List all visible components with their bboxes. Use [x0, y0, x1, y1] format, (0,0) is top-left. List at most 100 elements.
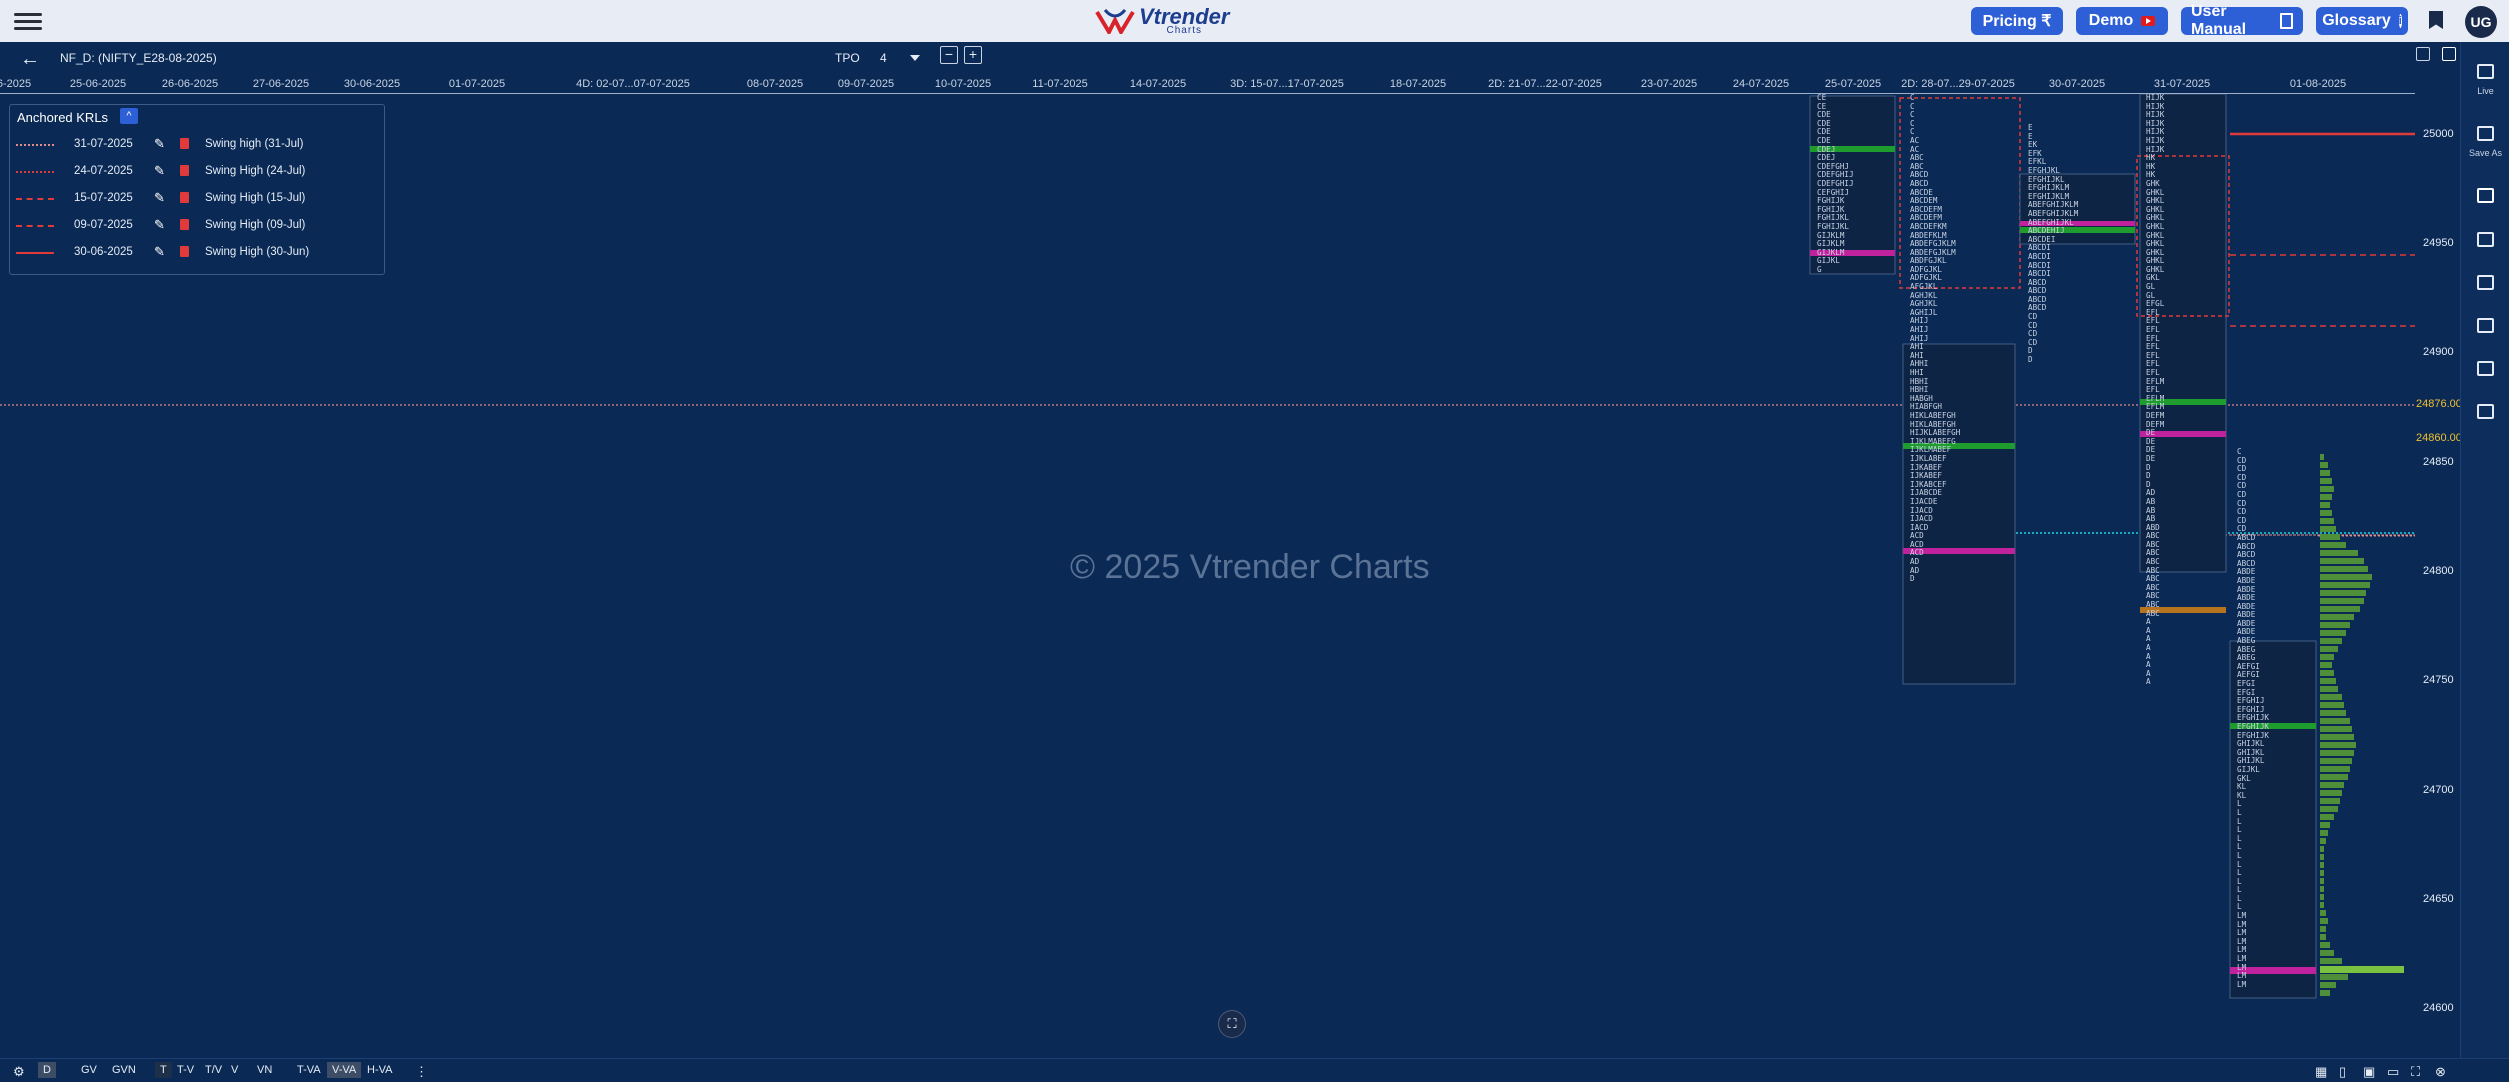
view-vva-button[interactable]: V-VA — [327, 1062, 362, 1078]
price-axis: 25000 24950 24900 24850 24800 24750 2470… — [2415, 94, 2460, 1060]
camera-icon[interactable]: ▣ — [2358, 1062, 2380, 1082]
fullscreen-icon[interactable]: ⛶ — [1218, 1010, 1246, 1038]
price-tag: 24860.00 — [2416, 432, 2462, 444]
date-label: 01-07-2025 — [448, 78, 506, 90]
edit-icon[interactable]: ✎ — [154, 244, 165, 260]
top-bar: Vtrender Charts Pricing ₹ Demo User Manu… — [0, 0, 2509, 42]
krl-name: Swing High (15-Jul) — [205, 192, 306, 204]
chart-icon[interactable]: ▯ — [2334, 1062, 2351, 1082]
view-v-button[interactable]: V — [226, 1062, 243, 1078]
line-style-icon — [16, 198, 54, 200]
date-label: 18-07-2025 — [1389, 78, 1447, 90]
tpo-profile: C C C C C AC AC ABC ABC ABCD ABCD ABCDE … — [1910, 93, 1961, 584]
date-label: 11-07-2025 — [1032, 78, 1088, 90]
glossary-button[interactable]: Glossary i — [2316, 7, 2408, 35]
price-tick: 24750 — [2423, 674, 2454, 686]
krl-name: Swing high (31-Jul) — [205, 138, 304, 150]
edit-icon[interactable]: ✎ — [154, 136, 165, 152]
delete-icon[interactable] — [180, 165, 189, 176]
date-label: 01-08-2025 — [2289, 78, 2347, 90]
pricing-button[interactable]: Pricing ₹ — [1971, 7, 2063, 35]
play-icon — [2141, 16, 2156, 26]
edit-icon[interactable]: ✎ — [154, 217, 165, 233]
krl-row[interactable]: 09-07-2025 ✎ Swing High (09-Jul) — [16, 216, 376, 236]
columns-icon[interactable] — [2477, 361, 2494, 376]
edit-icon[interactable]: ✎ — [154, 190, 165, 206]
grid-icon[interactable] — [2477, 318, 2494, 333]
krl-row[interactable]: 24-07-2025 ✎ Swing High (24-Jul) — [16, 162, 376, 182]
expand-icon[interactable]: ⛶ — [2406, 1062, 2425, 1082]
logo[interactable]: Vtrender Charts — [1095, 5, 1229, 37]
live-label: Live — [2477, 86, 2494, 96]
save-icon[interactable] — [2416, 47, 2430, 61]
zoom-out-button[interactable]: − — [940, 46, 958, 64]
date-label: 2D: 21-07...22-07-2025 — [1488, 78, 1602, 90]
date-label: 26-06-2025 — [161, 78, 219, 90]
book-icon — [2280, 13, 2293, 29]
more-icon[interactable]: ⋮ — [410, 1062, 433, 1082]
view-gvn-button[interactable]: GVN — [107, 1062, 141, 1078]
view-vn-button[interactable]: VN — [252, 1062, 277, 1078]
square-tool-icon[interactable] — [2477, 188, 2494, 203]
menu-icon[interactable] — [14, 9, 42, 33]
edit-icon[interactable] — [2442, 47, 2456, 61]
view-tva-button[interactable]: T-VA — [292, 1062, 326, 1078]
minimize-icon[interactable]: ▭ — [2382, 1062, 2404, 1082]
avatar[interactable]: UG — [2465, 6, 2497, 38]
date-label: 14-07-2025 — [1129, 78, 1187, 90]
krl-date: 31-07-2025 — [74, 138, 133, 150]
view-d-button[interactable]: D — [38, 1062, 56, 1078]
demo-label: Demo — [2088, 12, 2134, 29]
line-style-icon — [16, 225, 54, 227]
tpo-profile: C CD CD CD CD CD CD CD CD CD ABCD ABCD A… — [2237, 447, 2270, 989]
price-tick: 24850 — [2423, 456, 2454, 468]
delete-icon[interactable] — [180, 246, 189, 257]
back-arrow-icon[interactable]: ← — [20, 48, 40, 71]
save-as-icon[interactable] — [2477, 126, 2494, 141]
live-icon[interactable] — [2477, 64, 2494, 79]
info-icon: i — [2398, 14, 2402, 28]
view-t-slash-v-button[interactable]: T/V — [200, 1062, 227, 1078]
krl-row[interactable]: 15-07-2025 ✎ Swing High (15-Jul) — [16, 189, 376, 209]
krl-date: 30-06-2025 — [74, 246, 133, 258]
table-icon[interactable]: ▦ — [2310, 1062, 2332, 1082]
delete-icon[interactable] — [180, 138, 189, 149]
date-label: 6-2025 — [0, 78, 32, 90]
date-label: 3D: 15-07...17-07-2025 — [1230, 78, 1344, 90]
layers-icon[interactable] — [2477, 232, 2494, 247]
view-tv-button[interactable]: T-V — [172, 1062, 199, 1078]
krl-title: Anchored KRLs — [17, 110, 109, 125]
krl-name: Swing High (09-Jul) — [205, 219, 306, 231]
krl-row[interactable]: 30-06-2025 ✎ Swing High (30-Jun) — [16, 243, 376, 263]
collapse-button[interactable]: ^ — [120, 108, 138, 124]
chevron-down-icon[interactable] — [910, 55, 920, 61]
date-label: 09-07-2025 — [837, 78, 895, 90]
close-icon[interactable]: ⊗ — [2430, 1062, 2451, 1082]
krl-date: 09-07-2025 — [74, 219, 133, 231]
user-manual-button[interactable]: User Manual — [2181, 3, 2303, 38]
date-label: 31-07-2025 — [2153, 78, 2211, 90]
apps-icon[interactable] — [2477, 404, 2494, 419]
settings-icon[interactable]: ⚙ — [8, 1062, 30, 1082]
zoom-in-button[interactable]: + — [964, 46, 982, 64]
tpo-select[interactable]: 4 — [880, 51, 887, 65]
glossary-label: Glossary — [2322, 12, 2391, 29]
date-label: 27-06-2025 — [252, 78, 310, 90]
view-t-button[interactable]: T — [155, 1062, 172, 1078]
list-icon[interactable] — [2477, 275, 2494, 290]
tpo-label: TPO — [835, 51, 860, 65]
krl-row[interactable]: 31-07-2025 ✎ Swing high (31-Jul) — [16, 135, 376, 155]
price-tick: 25000 — [2423, 128, 2454, 140]
date-label: 2D: 28-07...29-07-2025 — [1901, 78, 2015, 90]
delete-icon[interactable] — [180, 219, 189, 230]
delete-icon[interactable] — [180, 192, 189, 203]
demo-button[interactable]: Demo — [2076, 7, 2168, 35]
edit-icon[interactable]: ✎ — [154, 163, 165, 179]
view-gv-button[interactable]: GV — [76, 1062, 102, 1078]
symbol-label: NF_D: (NIFTY_E28-08-2025) — [60, 51, 217, 65]
tpo-profile: HIJK HIJK HIJK HIJK HIJK HIJK HIJK HK HK… — [2146, 93, 2165, 687]
bookmark-icon[interactable] — [2429, 11, 2443, 29]
bottom-toolbar: ⚙ D GV GVN T T-V T/V V VN T-VA V-VA H-VA… — [0, 1058, 2509, 1081]
view-hva-button[interactable]: H-VA — [362, 1062, 397, 1078]
anchored-krl-panel: Anchored KRLs ^ 31-07-2025 ✎ Swing high … — [9, 104, 385, 275]
